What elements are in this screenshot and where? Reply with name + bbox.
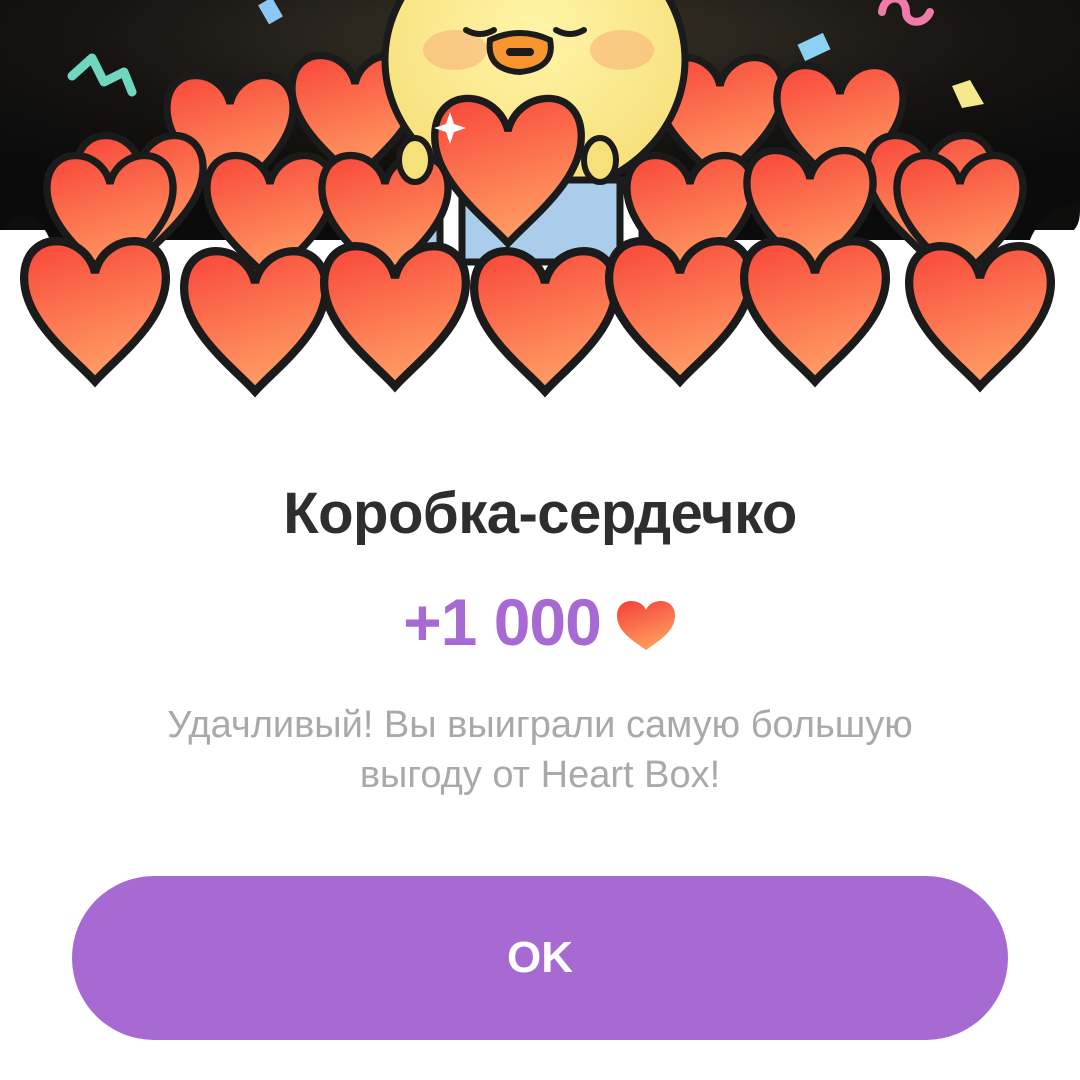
reward-row: +1 000 [0,582,1080,662]
reward-amount: +1 000 [403,585,602,659]
result-message-line-2: выгоду от Heart Box! [359,754,721,796]
ok-button[interactable]: OK [72,876,1008,1040]
result-message-line-1: Удачливый! Вы выиграли самую большую [167,704,913,746]
result-message: Удачливый! Вы выиграли самую большую выг… [90,700,990,800]
dialog-title: Коробка-сердечко [283,481,797,546]
heart-box-illustration [0,0,1080,410]
heart-icon [616,600,675,650]
heart-box-dialog: Коробка-сердечко +1 000 Удачливый! Вы вы… [0,0,1080,1080]
